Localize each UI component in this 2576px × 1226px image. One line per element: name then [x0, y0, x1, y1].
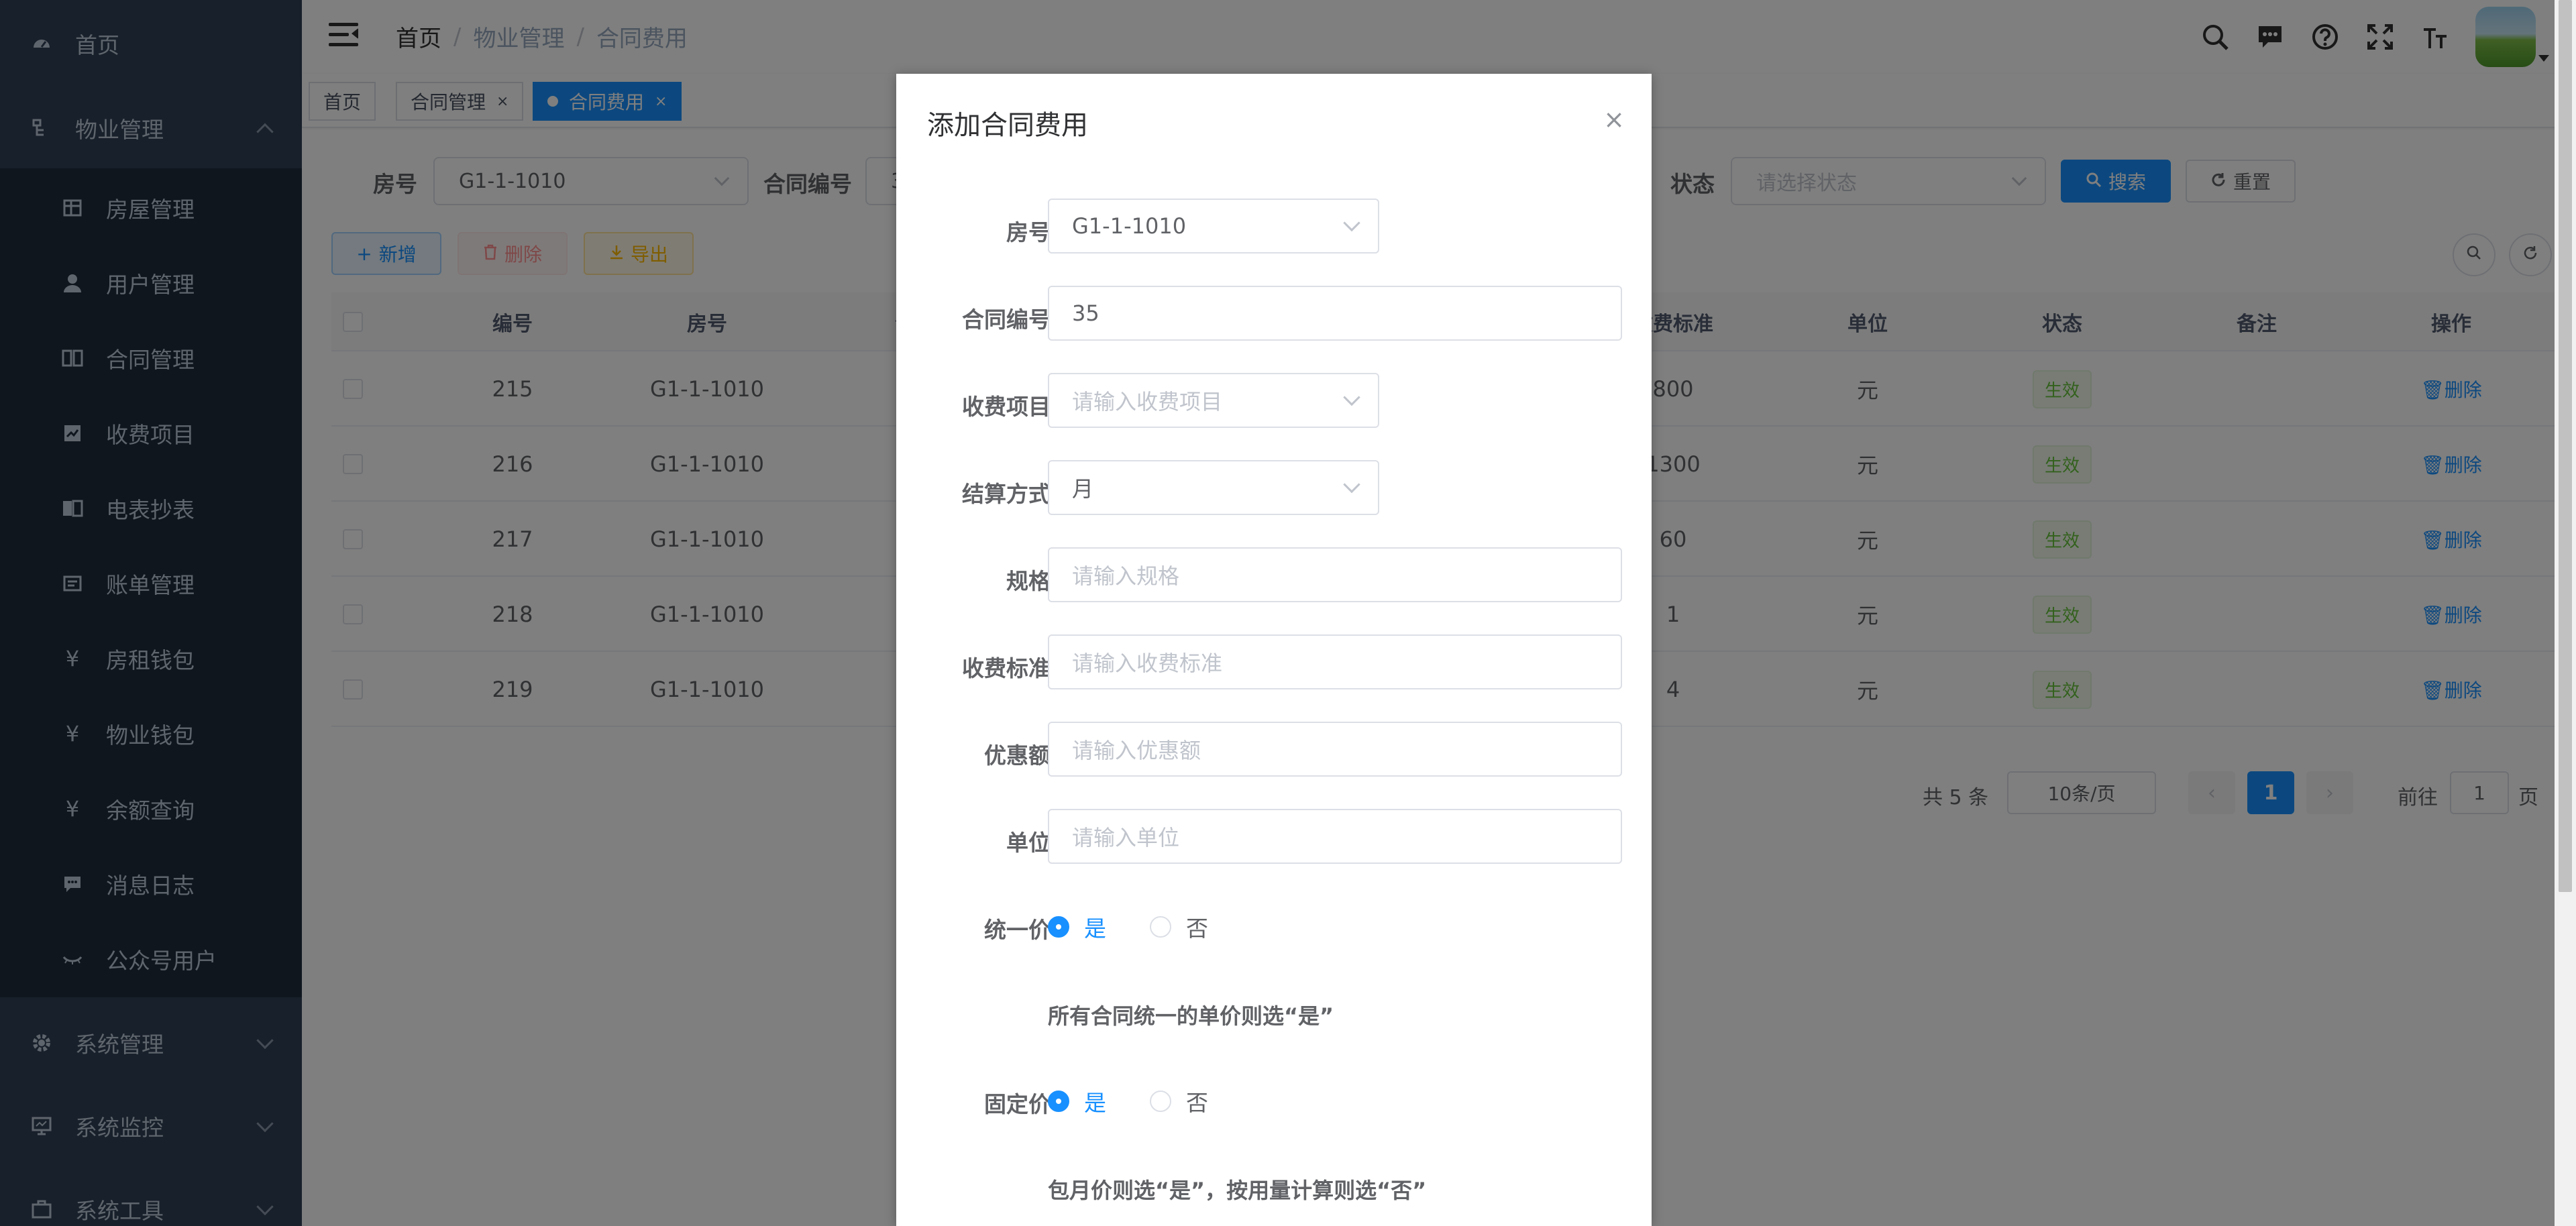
radio-unchecked-icon [1150, 1091, 1171, 1112]
radio-label: 否 [1186, 915, 1208, 942]
radio-label: 是 [1084, 915, 1106, 942]
discount-placeholder: 请输入优惠额 [1072, 738, 1201, 763]
page-scrollbar[interactable] [2555, 0, 2576, 1226]
spec-input[interactable]: 请输入规格 [1048, 547, 1622, 602]
unit-input[interactable]: 请输入单位 [1048, 809, 1622, 864]
close-icon[interactable]: × [1603, 105, 1625, 134]
standard-placeholder: 请输入收费标准 [1072, 651, 1223, 676]
add-contract-fee-dialog: 添加合同费用 × 房号 G1-1-1010 合同编号 35 收费项目 请输入收费… [896, 74, 1652, 1226]
unified-price-no-radio[interactable]: 否 [1150, 911, 1208, 943]
field-label-standard: 收费标准 [962, 655, 1051, 681]
room-value: G1-1-1010 [1072, 213, 1187, 239]
field-label-spec: 规格 [1006, 568, 1051, 594]
fee-item-placeholder: 请输入收费项目 [1072, 389, 1223, 414]
field-label-contract-no: 合同编号 [962, 306, 1051, 333]
field-label-unit: 单位 [1006, 830, 1051, 856]
chevron-down-icon [1343, 476, 1360, 494]
field-label-discount: 优惠额 [984, 742, 1051, 769]
radio-checked-icon [1048, 1091, 1069, 1112]
room-select[interactable]: G1-1-1010 [1048, 199, 1379, 254]
field-label-room: 房号 [1006, 219, 1051, 245]
settlement-select[interactable]: 月 [1048, 460, 1379, 515]
field-label-unified-price: 统一价 [984, 917, 1051, 943]
dialog-title: 添加合同费用 [927, 110, 1088, 141]
radio-label: 否 [1186, 1090, 1208, 1116]
fixed-price-no-radio[interactable]: 否 [1150, 1085, 1208, 1117]
radio-unchecked-icon [1150, 916, 1171, 938]
field-label-fixed-price: 固定价 [984, 1091, 1051, 1117]
chevron-down-icon [1343, 388, 1360, 406]
unified-price-yes-radio[interactable]: 是 [1048, 911, 1106, 943]
unified-price-hint: 所有合同统一的单价则选“是” [1048, 1003, 1334, 1029]
spec-placeholder: 请输入规格 [1072, 563, 1180, 589]
field-label-settlement: 结算方式 [962, 481, 1051, 507]
unit-placeholder: 请输入单位 [1072, 825, 1180, 850]
standard-input[interactable]: 请输入收费标准 [1048, 634, 1622, 689]
contract-no-value: 35 [1072, 300, 1099, 326]
settlement-value: 月 [1072, 476, 1094, 502]
fee-item-select[interactable]: 请输入收费项目 [1048, 373, 1379, 428]
scrollbar-thumb[interactable] [2559, 0, 2572, 892]
radio-checked-icon [1048, 916, 1069, 938]
field-label-fee-item: 收费项目 [962, 394, 1051, 420]
radio-label: 是 [1084, 1090, 1106, 1116]
fixed-price-hint: 包月价则选“是”，按用量计算则选“否” [1048, 1178, 1427, 1203]
contract-no-input[interactable]: 35 [1048, 286, 1622, 341]
chevron-down-icon [1343, 214, 1360, 232]
fixed-price-yes-radio[interactable]: 是 [1048, 1085, 1106, 1117]
discount-input[interactable]: 请输入优惠额 [1048, 722, 1622, 777]
